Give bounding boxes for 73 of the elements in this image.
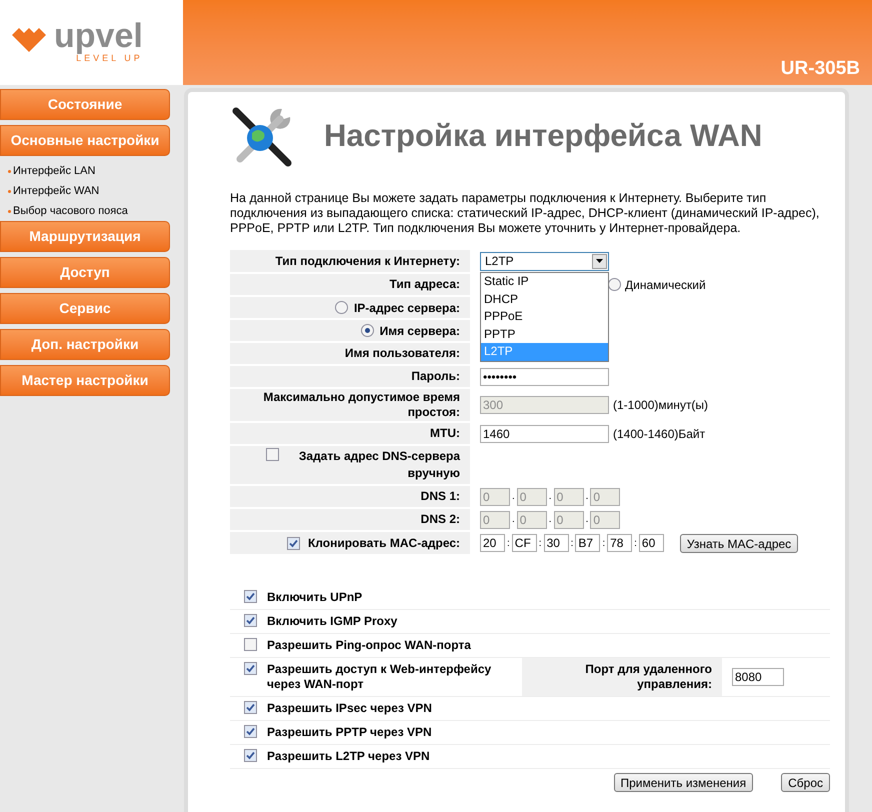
separator: .: [512, 490, 515, 504]
field-label: Порт для удаленного управления:: [584, 662, 712, 692]
checkbox[interactable]: [244, 725, 257, 738]
brand-tagline: LEVEL UP: [76, 52, 143, 65]
checkbox-label: Задать адрес DNS-сервера вручную: [298, 448, 460, 482]
separator: :: [602, 536, 606, 550]
separator: .: [512, 513, 515, 527]
option-label: Разрешить IPsec через VPN: [267, 701, 432, 716]
radio-button[interactable]: [360, 324, 374, 337]
dropdown-option[interactable]: PPPoE: [481, 308, 608, 326]
dropdown-option[interactable]: Static IP: [481, 273, 608, 290]
radio-button[interactable]: [334, 301, 348, 314]
option-label: Включить IGMP Proxy: [267, 614, 398, 629]
option-label: Разрешить PPTP через VPN: [267, 725, 432, 740]
password-field[interactable]: ••••••••: [480, 368, 609, 386]
get-mac-button[interactable]: Узнать MAC-адрес: [680, 534, 798, 552]
checkbox[interactable]: [244, 662, 257, 675]
dropdown-option[interactable]: DHCP: [481, 290, 608, 308]
option-label: Включить UPnP: [267, 590, 362, 605]
option-label: Разрешить L2TP через VPN: [267, 749, 430, 764]
field-label: MTU:: [430, 426, 460, 441]
menu-link[interactable]: Интерфейс LAN: [13, 162, 96, 180]
checkbox[interactable]: [244, 638, 257, 651]
checkbox-label: Клонировать MAC-адрес:: [308, 535, 460, 552]
checkbox[interactable]: [244, 590, 257, 603]
radio-label: Динамический: [625, 276, 706, 294]
input-field[interactable]: 78: [607, 534, 632, 552]
menu-link[interactable]: Выбор часового пояса: [13, 202, 128, 220]
connection-type-select[interactable]: L2TP: [480, 252, 609, 270]
reset-button[interactable]: Сброс: [781, 773, 830, 792]
field-label: Максимально допустимое время простоя:: [262, 390, 460, 420]
input-field[interactable]: B7: [575, 534, 600, 552]
option-label: Разрешить доступ к Web-интерфейсу через WAN-порт: [267, 662, 492, 692]
checkbox[interactable]: [244, 749, 257, 762]
brand-name: upvel: [54, 20, 143, 52]
field-label: IP-адрес сервера:: [354, 300, 460, 316]
caret-icon: [596, 259, 603, 263]
separator: :: [507, 536, 510, 550]
separator: .: [548, 513, 552, 527]
tools-globe-icon: [230, 104, 294, 168]
input-field[interactable]: 60: [638, 534, 664, 552]
input-field[interactable]: CF: [512, 534, 537, 552]
hint-text: (1400-1460)Байт: [613, 426, 706, 442]
input-field[interactable]: 20: [480, 534, 505, 552]
checkbox[interactable]: [244, 701, 257, 714]
separator: :: [538, 536, 542, 550]
separator: .: [586, 513, 588, 527]
menu-link[interactable]: Интерфейс WAN: [13, 182, 100, 200]
separator: :: [634, 536, 637, 550]
field-label: Имя сервера:: [380, 322, 460, 340]
separator: :: [570, 536, 574, 550]
input-field[interactable]: 1460: [480, 424, 609, 442]
field-label: DNS 2:: [420, 512, 460, 527]
checkbox[interactable]: [266, 448, 279, 461]
input-field[interactable]: 8080: [732, 668, 784, 686]
checkbox[interactable]: [244, 614, 257, 627]
checkbox[interactable]: [286, 536, 300, 550]
option-label: Разрешить Ping-опрос WAN-порта: [267, 638, 471, 653]
page-description: На данной странице Вы можете задать параметры подключения к Интернету. Выберите тип подключения из выпадающего списка: статический IP-адрес, DHCP-клиент (динамический IP-адрес), PPPoE, PPTP или L2TP. Тип подключения Вы можете уточнить у Интернет-провайдера.: [230, 191, 820, 236]
page-title: Настройка интерфейса WAN: [324, 117, 762, 156]
field-label: Тип подключения к Интернету:: [275, 254, 460, 268]
model-name: UR-305B: [780, 56, 860, 80]
field-label: Пароль:: [411, 369, 460, 384]
hint-text: (1-1000)минут(ы): [613, 397, 708, 414]
field-label: Имя пользователя:: [344, 346, 460, 361]
separator: .: [586, 490, 588, 504]
separator: .: [548, 490, 552, 504]
field-label: Тип адреса:: [390, 277, 460, 292]
dropdown-option[interactable]: PPTP: [481, 326, 608, 343]
input-field[interactable]: 30: [544, 534, 569, 552]
field-label: DNS 1:: [420, 489, 460, 504]
radio-button[interactable]: [608, 278, 621, 291]
apply-button[interactable]: Применить изменения: [614, 773, 754, 792]
